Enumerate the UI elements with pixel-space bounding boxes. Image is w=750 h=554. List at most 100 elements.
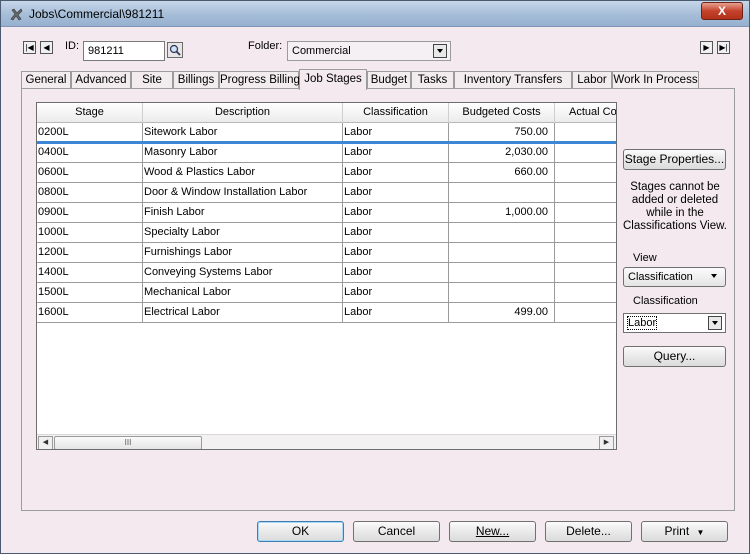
stage-cell[interactable]: 1500L [37,283,143,303]
table-row[interactable]: 0600L Wood & Plastics Labor Labor 660.00 [37,163,616,183]
budgeted-costs-cell[interactable]: 2,030.00 [449,143,555,163]
cancel-button[interactable]: Cancel [353,521,440,542]
tab-labor[interactable]: Labor [572,71,612,89]
scroll-left-icon[interactable]: ◀ [38,436,53,449]
folder-select[interactable]: Commercial [287,41,451,61]
budgeted-costs-cell[interactable] [449,183,555,203]
stage-cell[interactable]: 1200L [37,243,143,263]
classification-cell[interactable]: Labor [343,303,449,323]
description-cell[interactable]: Sitework Labor [143,123,343,143]
classification-cell[interactable]: Labor [343,183,449,203]
column-header-budgeted-costs[interactable]: Budgeted Costs [449,103,555,123]
table-row[interactable]: 1200L Furnishings Labor Labor [37,243,616,263]
budgeted-costs-cell[interactable]: 1,000.00 [449,203,555,223]
budgeted-costs-cell[interactable]: 499.00 [449,303,555,323]
stages-grid: Stage Description Classification Budgete… [36,102,617,450]
description-cell[interactable]: Mechanical Labor [143,283,343,303]
actual-costs-cell[interactable] [555,303,616,323]
tab-budget[interactable]: Budget [367,71,411,89]
column-header-stage[interactable]: Stage [37,103,143,123]
print-button[interactable]: Print ▼ [641,521,728,542]
scroll-thumb[interactable]: III [54,436,202,449]
table-row[interactable]: 1600L Electrical Labor Labor 499.00 [37,303,616,323]
last-record-icon[interactable]: ▶| [717,41,730,54]
tab-billings[interactable]: Billings [173,71,219,89]
budgeted-costs-cell[interactable] [449,283,555,303]
tab-site[interactable]: Site [131,71,173,89]
stage-properties-button[interactable]: Stage Properties... [623,149,726,170]
actual-costs-cell[interactable] [555,203,616,223]
description-cell[interactable]: Masonry Labor [143,143,343,163]
column-header-classification[interactable]: Classification [343,103,449,123]
stage-cell[interactable]: 0600L [37,163,143,183]
description-cell[interactable]: Door & Window Installation Labor [143,183,343,203]
column-header-description[interactable]: Description [143,103,343,123]
classification-select[interactable]: Labor [623,313,726,333]
next-record-icon[interactable]: ▶ [700,41,713,54]
delete-button[interactable]: Delete... [545,521,632,542]
budgeted-costs-cell[interactable]: 660.00 [449,163,555,183]
classification-cell[interactable]: Labor [343,223,449,243]
tab-advanced[interactable]: Advanced [71,71,131,89]
tab-job-stages[interactable]: Job Stages [299,69,367,90]
classification-cell[interactable]: Labor [343,123,449,143]
stage-cell[interactable]: 0900L [37,203,143,223]
classification-cell[interactable]: Labor [343,203,449,223]
table-row[interactable]: 0400L Masonry Labor Labor 2,030.00 [37,143,616,163]
actual-costs-cell[interactable] [555,283,616,303]
classification-cell[interactable]: Labor [343,163,449,183]
column-header-actual-costs[interactable]: Actual Co [555,103,616,123]
classification-cell[interactable]: Labor [343,143,449,163]
query-button[interactable]: Query... [623,346,726,367]
budgeted-costs-cell[interactable] [449,263,555,283]
budgeted-costs-cell[interactable] [449,243,555,263]
new-button[interactable]: New... [449,521,536,542]
table-row[interactable]: 1400L Conveying Systems Labor Labor [37,263,616,283]
stage-cell[interactable]: 0200L [37,123,143,143]
classification-cell[interactable]: Labor [343,283,449,303]
classification-cell[interactable]: Labor [343,243,449,263]
table-row[interactable]: 1000L Specialty Labor Labor [37,223,616,243]
view-select[interactable]: Classification [623,267,726,287]
tab-general[interactable]: General [21,71,71,89]
tab-progress-billing[interactable]: Progress Billing [219,71,300,89]
stage-cell[interactable]: 0400L [37,143,143,163]
id-lookup-button[interactable] [167,42,183,58]
description-cell[interactable]: Furnishings Labor [143,243,343,263]
previous-record-icon[interactable]: ◀ [40,41,53,54]
actual-costs-cell[interactable] [555,243,616,263]
table-row[interactable]: 0800L Door & Window Installation Labor Lab… [37,183,616,203]
tab-tasks[interactable]: Tasks [411,71,454,89]
stage-cell[interactable]: 0800L [37,183,143,203]
actual-costs-cell[interactable] [555,223,616,243]
actual-costs-cell[interactable] [555,143,616,163]
actual-costs-cell[interactable] [555,263,616,283]
classification-cell[interactable]: Labor [343,263,449,283]
table-row[interactable]: 0900L Finish Labor Labor 1,000.00 [37,203,616,223]
stage-cell[interactable]: 1400L [37,263,143,283]
stage-cell[interactable]: 1000L [37,223,143,243]
tab-inventory-transfers[interactable]: Inventory Transfers [454,71,572,89]
budgeted-costs-cell[interactable] [449,223,555,243]
table-row[interactable]: 1500L Mechanical Labor Labor [37,283,616,303]
description-cell[interactable]: Specialty Labor [143,223,343,243]
table-row[interactable]: 0200L Sitework Labor Labor 750.00 [37,123,616,143]
description-cell[interactable]: Conveying Systems Labor [143,263,343,283]
id-label: ID: [65,40,80,52]
description-cell[interactable]: Finish Labor [143,203,343,223]
description-cell[interactable]: Wood & Plastics Labor [143,163,343,183]
scroll-right-icon[interactable]: ▶ [599,436,614,449]
tab-work-in-process[interactable]: Work In Process [612,71,699,89]
classification-view-note: Stages cannot be added or deleted while … [623,181,727,232]
horizontal-scrollbar[interactable]: ◀ III ▶ [37,434,616,449]
first-record-icon[interactable]: |◀ [23,41,36,54]
ok-button[interactable]: OK [257,521,344,542]
close-button[interactable]: X [701,2,743,20]
description-cell[interactable]: Electrical Labor [143,303,343,323]
budgeted-costs-cell[interactable]: 750.00 [449,123,555,143]
stage-cell[interactable]: 1600L [37,303,143,323]
id-input[interactable]: 981211 [83,41,165,61]
actual-costs-cell[interactable] [555,163,616,183]
actual-costs-cell[interactable] [555,123,616,143]
actual-costs-cell[interactable] [555,183,616,203]
